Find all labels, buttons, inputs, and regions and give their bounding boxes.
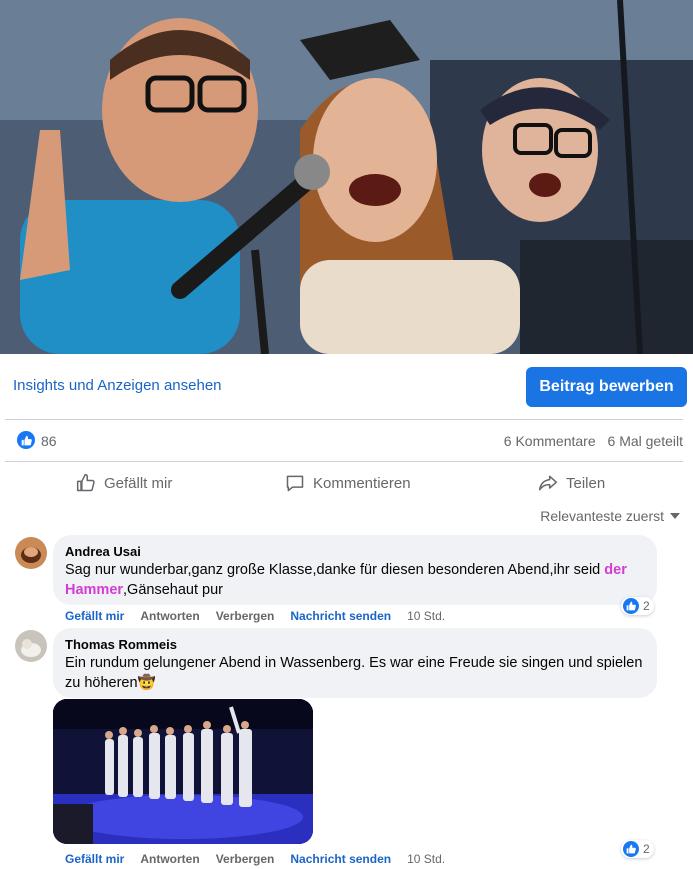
- comment-timestamp[interactable]: 10 Std.: [407, 852, 445, 866]
- share-label: Teilen: [566, 474, 606, 492]
- sort-label: Relevanteste zuerst: [540, 508, 664, 524]
- comment-message-button[interactable]: Nachricht senden: [290, 852, 391, 866]
- comment-count[interactable]: 6 Kommentare: [504, 433, 596, 449]
- reaction-count: 2: [643, 599, 650, 613]
- like-reaction-icon[interactable]: [17, 431, 35, 449]
- like-reaction-icon: [623, 598, 639, 614]
- like-button[interactable]: Gefällt mir: [76, 472, 172, 494]
- like-count[interactable]: 86: [41, 433, 57, 449]
- comment-button[interactable]: Kommentieren: [285, 472, 411, 494]
- comment-hide-button[interactable]: Verbergen: [216, 852, 275, 866]
- comment-text: Ein rundum gelungener Abend in Wassenber…: [65, 655, 643, 691]
- promote-post-button[interactable]: Beitrag bewerben: [526, 367, 687, 407]
- reaction-count: 2: [643, 842, 650, 856]
- comment-photo-drawing: [53, 699, 313, 844]
- speech-bubble-icon: [286, 475, 304, 492]
- divider: [5, 461, 683, 462]
- share-button[interactable]: Teilen: [538, 472, 605, 494]
- share-count[interactable]: 6 Mal geteilt: [608, 433, 683, 449]
- comment-sort-dropdown[interactable]: Relevanteste zuerst: [540, 508, 680, 524]
- comment-author[interactable]: Andrea Usai: [65, 543, 645, 560]
- insights-link[interactable]: Insights und Anzeigen ansehen: [13, 377, 222, 394]
- comment-message-button[interactable]: Nachricht senden: [290, 609, 391, 623]
- avatar[interactable]: [15, 630, 47, 662]
- post-photo-drawing: [0, 0, 693, 354]
- comment-bubble: Andrea Usai Sag nur wunderbar,ganz große…: [53, 535, 657, 605]
- thumbs-up-icon: [76, 473, 95, 492]
- comment-reply-button[interactable]: Antworten: [140, 609, 199, 623]
- comment-label: Kommentieren: [313, 474, 411, 492]
- divider: [5, 419, 683, 420]
- comment-photo[interactable]: [53, 699, 313, 844]
- comment-actions: Gefällt mir Antworten Verbergen Nachrich…: [65, 609, 461, 623]
- avatar[interactable]: [15, 537, 47, 569]
- share-arrow-icon: [538, 475, 558, 491]
- comment-bubble: Thomas Rommeis Ein rundum gelungener Abe…: [53, 628, 657, 698]
- comment-like-button[interactable]: Gefällt mir: [65, 852, 124, 866]
- post-photo[interactable]: [0, 0, 693, 354]
- comment-reactions[interactable]: 2: [621, 597, 654, 615]
- comment-reactions[interactable]: 2: [621, 840, 654, 858]
- post-stats: 6 Kommentare 6 Mal geteilt: [496, 433, 683, 449]
- like-label: Gefällt mir: [104, 474, 173, 492]
- comment-timestamp[interactable]: 10 Std.: [407, 609, 445, 623]
- comment-hide-button[interactable]: Verbergen: [216, 609, 275, 623]
- chevron-down-icon: [670, 513, 680, 519]
- comment-actions: Gefällt mir Antworten Verbergen Nachrich…: [65, 852, 461, 866]
- comment-reply-button[interactable]: Antworten: [140, 852, 199, 866]
- comment-text: Sag nur wunderbar,ganz große Klasse,dank…: [65, 562, 627, 598]
- like-reaction-icon: [623, 841, 639, 857]
- comment-author[interactable]: Thomas Rommeis: [65, 636, 645, 653]
- comment-like-button[interactable]: Gefällt mir: [65, 609, 124, 623]
